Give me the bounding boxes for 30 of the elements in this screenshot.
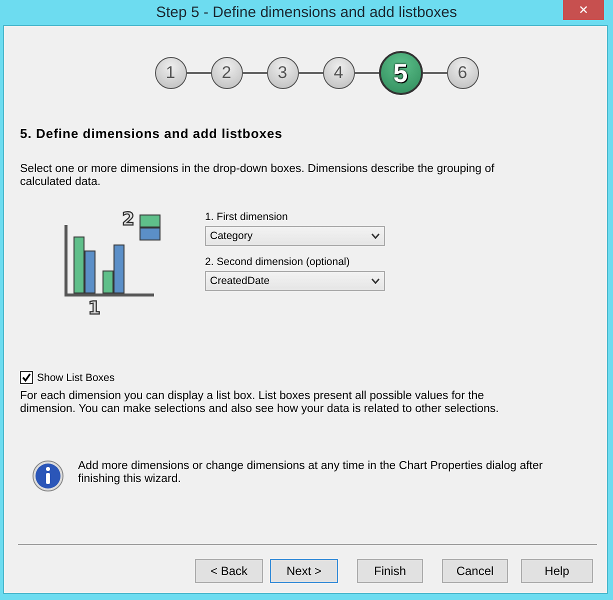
chevron-icon [371,278,380,284]
checkbox-label: Show List Boxes [37,372,115,384]
section-heading: 5. Define dimensions and add listboxes [20,126,284,141]
window-title: Step 5 - Define dimensions and add listboxes [156,4,457,21]
close-button[interactable]: ✕ [563,0,604,20]
wizard-button[interactable]: Cancel [442,559,508,583]
axis-number: 1 [88,298,101,317]
check-icon [22,373,31,382]
step-indicator: 4 [322,57,354,89]
info-text: Add more dimensions or change dimensions at any time in the Chart Properties dialog after finishing this wizard. [78,460,544,486]
description-text: Select one or more dimensions in the drop-down boxes. Dimensions describe the grouping of calculated data. [20,163,496,189]
info-icon [32,460,64,492]
wizard-button[interactable]: < Back [195,559,263,583]
wizard-button[interactable]: Help [521,559,593,583]
checkbox[interactable] [20,371,33,384]
field-label: 2. Second dimension (optional) [205,256,351,268]
dimension-dropdown[interactable]: Category [205,226,385,246]
wizard-button[interactable]: Next > [270,559,338,583]
axis-number: 2 [122,209,135,230]
dimension-dropdown[interactable]: CreatedDate [205,271,385,291]
step-indicator: 1 [154,57,186,89]
chevron-icon [371,233,380,239]
list-box-note: For each dimension you can display a list box. List boxes present all possible values for the dimension. You can make selections and also see how your data is related to other selections. [20,390,500,416]
wizard-button[interactable]: Finish [357,559,423,583]
step-indicator: 3 [266,57,298,89]
step-indicator: 5 [378,51,422,95]
step-indicator: 6 [446,57,478,89]
field-label: 1. First dimension [205,211,289,223]
legend-icon [140,214,160,240]
step-indicator: 2 [210,57,242,89]
